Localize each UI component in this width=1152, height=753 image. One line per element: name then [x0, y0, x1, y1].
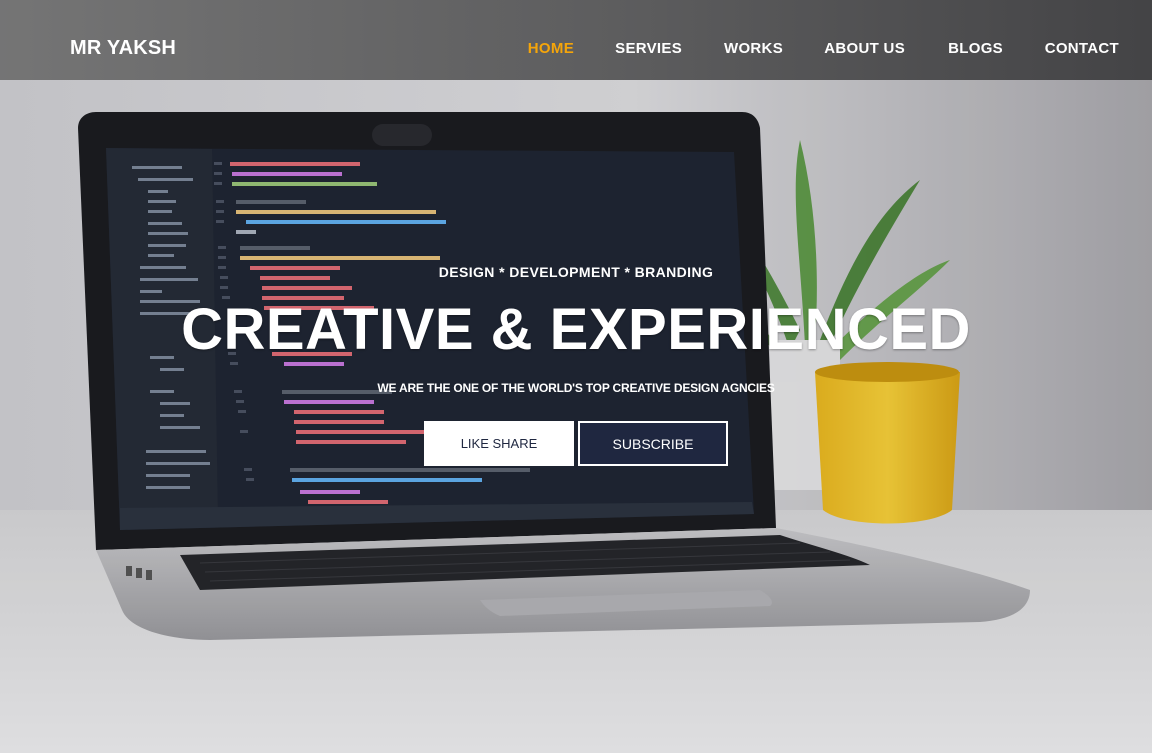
nav-item-about-us[interactable]: ABOUT US — [824, 40, 905, 57]
nav-item-works[interactable]: WORKS — [724, 40, 783, 57]
hero-headline: CREATIVE & EXPERIENCED — [181, 297, 971, 362]
like-share-button[interactable]: LIKE SHARE — [424, 421, 574, 466]
hero-subline: WE ARE THE ONE OF THE WORLD'S TOP CREATI… — [377, 381, 775, 395]
nav-item-contact[interactable]: CONTACT — [1045, 40, 1119, 57]
subscribe-button[interactable]: SUBSCRIBE — [578, 421, 728, 466]
hero-tagline: DESIGN * DEVELOPMENT * BRANDING — [438, 264, 714, 280]
nav-item-home[interactable]: HOME — [528, 40, 574, 57]
brand-logo-text[interactable]: MR YAKSH — [70, 37, 176, 60]
hero-section: DESIGN * DEVELOPMENT * BRANDING CREATIVE… — [0, 0, 1152, 753]
nav-item-services[interactable]: SERVIES — [615, 40, 682, 57]
top-navbar: MR YAKSH HOME SERVIES WORKS ABOUT US BLO… — [0, 0, 1152, 80]
nav-item-blogs[interactable]: BLOGS — [948, 40, 1003, 57]
